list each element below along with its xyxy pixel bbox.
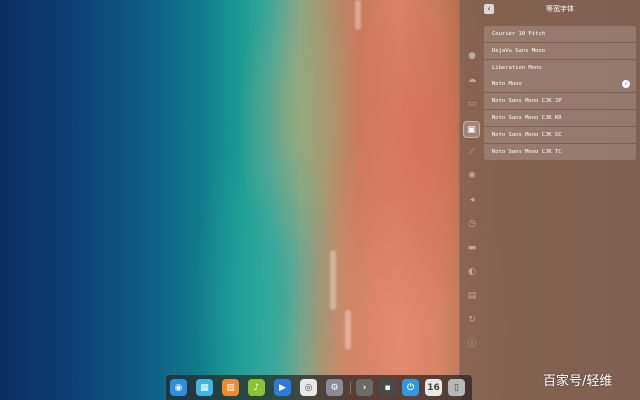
user-icon[interactable]: ●: [466, 50, 478, 62]
wave-foam: [355, 0, 361, 30]
watermark-text: 百家号/轻维: [543, 374, 613, 389]
settings-icon[interactable]: ⚙: [326, 379, 343, 396]
category-sidebar: ● ☁ ▭ ▣ ⟋ ✱ ◂ ◷ ▬ ◐ ▤ ↻ ⓘ: [460, 44, 484, 354]
font-list-item[interactable]: DejaVu Sans Mono: [484, 42, 636, 59]
wave-foam: [345, 310, 351, 350]
font-name-label: Noto Sans Mono CJK TC: [492, 148, 562, 155]
trash-icon[interactable]: ▯: [448, 379, 465, 396]
bluetooth-icon[interactable]: ✱: [466, 170, 478, 182]
video-icon[interactable]: ▶: [274, 379, 291, 396]
file-manager-icon[interactable]: ▦: [196, 379, 213, 396]
font-list-item[interactable]: Noto Sans Mono CJK SC: [484, 126, 636, 143]
font-name-label: DejaVu Sans Mono: [492, 47, 545, 54]
font-list-item[interactable]: Noto Sans Mono CJK KR: [484, 109, 636, 126]
check-icon: ✓: [622, 80, 630, 89]
mouse-icon[interactable]: ◐: [466, 266, 478, 278]
dock: ◉ ▦ ▥ ♪ ▶ ◎ ⚙ › ▪ ⏻ 16 ▯: [166, 375, 472, 400]
font-list-item[interactable]: Noto Mono ✓: [484, 76, 636, 93]
font-name-label: Noto Sans Mono CJK KR: [492, 114, 562, 121]
sound-icon[interactable]: ◂: [466, 194, 478, 206]
monospace-font-list: Courier 10 Pitch DejaVu Sans Mono Liberati…: [484, 26, 636, 160]
panel-title: 等宽字体: [546, 5, 574, 13]
chevron-left-icon[interactable]: ‹: [484, 4, 494, 14]
power-icon[interactable]: ▬: [466, 242, 478, 254]
monitor-icon[interactable]: 16: [425, 379, 442, 396]
info-icon[interactable]: ⓘ: [466, 338, 478, 350]
panel-header: ‹ 等宽字体: [460, 0, 640, 18]
font-name-label: Noto Sans Mono CJK JP: [492, 98, 562, 105]
dock-separator: [350, 381, 351, 394]
show-desktop-icon[interactable]: ›: [356, 379, 373, 396]
app-store-icon[interactable]: ▥: [222, 379, 239, 396]
cloud-icon[interactable]: ☁: [466, 74, 478, 86]
font-list-item[interactable]: Noto Sans Mono CJK JP: [484, 93, 636, 110]
wave-foam: [330, 250, 336, 310]
personalization-icon[interactable]: ▣: [463, 121, 480, 138]
font-name-label: Noto Sans Mono CJK SC: [492, 131, 562, 138]
keyboard-icon[interactable]: ▤: [466, 290, 478, 302]
network-icon[interactable]: ⟋: [466, 146, 478, 158]
keyboard-layout-icon[interactable]: ▪: [379, 379, 396, 396]
font-name-label: Liberation Mono: [492, 64, 542, 71]
update-icon[interactable]: ↻: [466, 314, 478, 326]
shutdown-icon[interactable]: ⏻: [402, 379, 419, 396]
font-name-label: Noto Mono: [492, 81, 522, 88]
font-list-item[interactable]: Liberation Mono: [484, 59, 636, 76]
font-list-item[interactable]: Noto Sans Mono CJK TC: [484, 143, 636, 160]
display-icon[interactable]: ▭: [466, 98, 478, 110]
font-name-label: Courier 10 Pitch: [492, 31, 545, 37]
launcher-icon[interactable]: ◉: [170, 379, 187, 396]
datetime-icon[interactable]: ◷: [466, 218, 478, 230]
font-list-item[interactable]: Courier 10 Pitch: [484, 26, 636, 42]
music-icon[interactable]: ♪: [248, 379, 265, 396]
chrome-icon[interactable]: ◎: [300, 379, 317, 396]
